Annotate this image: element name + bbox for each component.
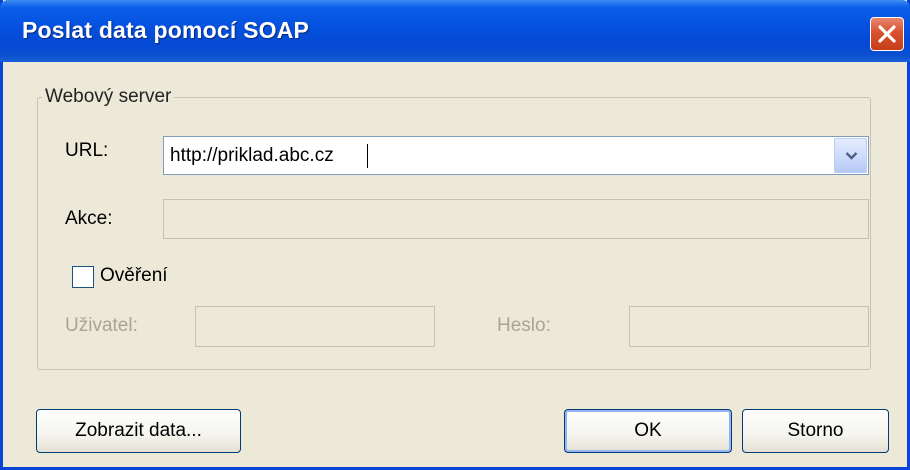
url-combobox[interactable] xyxy=(163,136,869,175)
text-caret xyxy=(367,144,368,168)
cancel-button[interactable]: Storno xyxy=(742,409,889,453)
password-label: Heslo: xyxy=(497,315,551,336)
auth-checkbox[interactable] xyxy=(72,266,94,288)
close-icon xyxy=(878,25,896,43)
ok-button[interactable]: OK xyxy=(564,409,732,453)
action-label: Akce: xyxy=(65,208,113,229)
auth-checkbox-label[interactable]: Ověření xyxy=(100,265,168,287)
show-data-button[interactable]: Zobrazit data... xyxy=(36,409,241,453)
url-dropdown-button[interactable] xyxy=(834,138,867,173)
user-field[interactable] xyxy=(195,306,435,347)
group-legend: Webový server xyxy=(45,86,172,107)
action-field[interactable] xyxy=(163,199,869,239)
dialog-window: Poslat data pomocí SOAP Webový server UR… xyxy=(0,0,910,470)
dialog-title: Poslat data pomocí SOAP xyxy=(22,17,310,43)
url-input[interactable] xyxy=(164,137,830,174)
user-label: Uživatel: xyxy=(65,315,138,336)
chevron-down-icon xyxy=(845,152,858,160)
password-field[interactable] xyxy=(629,306,869,347)
url-label: URL: xyxy=(65,140,109,161)
close-button[interactable] xyxy=(870,17,904,51)
title-bar[interactable]: Poslat data pomocí SOAP xyxy=(0,0,910,62)
